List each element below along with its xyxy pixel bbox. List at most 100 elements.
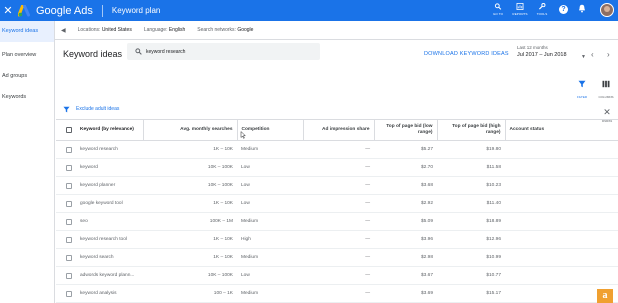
ad-impression-share-cell: — [303,248,374,267]
bid-low-cell: $3.68 [374,176,437,195]
keyword-ideas-table: Keyword (by relevance) Avg. monthly sear… [56,119,618,303]
keyword-cell: adwords keyword plann... [76,266,143,285]
table-row[interactable]: keyword research tool 1K – 10K High — $3.96 $… [56,230,618,249]
close-icon[interactable]: ✕ [2,4,14,17]
ad-impression-share-cell: — [303,194,374,213]
row-select-cell [56,284,76,303]
reports-button[interactable]: REPORTS [509,3,531,16]
ad-impression-share-cell: — [303,140,374,159]
sidebar-item-label: Keyword ideas [2,28,39,34]
page-title: Keyword ideas [63,48,123,59]
filter-funnel-icon [578,80,586,88]
mouse-cursor-icon [240,131,246,139]
date-range-selector[interactable]: Last 12 months Jul 2017 – Jun 2018 ▼ [517,45,586,60]
table-toolbar: FILTER COLUMNS [55,67,618,99]
row-checkbox[interactable] [66,236,72,243]
notifications-bell-icon[interactable] [578,4,586,13]
column-header-bid-low[interactable]: Top of page bid (low range) [373,119,437,141]
competition-cell: Medium [237,212,303,231]
ad-impression-share-cell: — [303,266,374,285]
bid-low-cell: $2.92 [374,194,437,213]
select-all-cell [56,119,76,141]
row-checkbox[interactable] [66,164,72,171]
filter-button[interactable]: FILTER [572,75,592,99]
previous-period-icon[interactable]: ‹ [591,50,594,59]
competition-cell: Low [237,158,303,177]
networks-label: Search networks: [197,27,236,33]
select-all-checkbox[interactable] [66,127,72,133]
row-checkbox[interactable] [66,182,72,189]
title-divider [101,4,103,17]
column-header-account-status[interactable]: Account status [504,119,618,141]
wrench-icon [538,3,546,10]
row-checkbox[interactable] [66,218,72,225]
keyword-cell: keyword [76,158,143,177]
column-header-competition[interactable]: Competition [236,119,303,141]
sidebar-item-keyword-ideas[interactable]: Keyword ideas [0,21,54,42]
avg-monthly-searches-cell: 100K – 1M [143,212,237,231]
column-header-avg-monthly-searches[interactable]: Avg. monthly searches [142,119,237,141]
column-header-ad-impression-share[interactable]: Ad impression share [302,119,374,141]
keyword-search-input[interactable] [146,48,306,55]
column-header-keyword[interactable]: Keyword (by relevance) [76,119,143,141]
sidebar-item-label: Plan overview [2,52,37,58]
table-row[interactable]: keyword planner 10K – 100K Low — $3.68 $10.23 [56,176,618,195]
user-avatar[interactable] [600,3,614,17]
bid-high-cell: $18.89 [437,212,505,231]
row-checkbox[interactable] [66,146,72,153]
avg-monthly-searches-cell: 10K – 100K [143,158,237,177]
next-period-icon[interactable]: › [607,50,610,59]
row-checkbox[interactable] [66,200,72,207]
download-keyword-ideas-button[interactable]: DOWNLOAD KEYWORD IDEAS [424,51,509,57]
column-header-bid-high[interactable]: Top of page bid (high range) [436,119,505,141]
avg-monthly-searches-cell: 1K – 10K [143,140,237,159]
exclude-adult-ideas-bar: Exclude adult ideas ✕ DISMISS [55,101,618,123]
account-status-cell [505,140,618,159]
table-row[interactable]: keyword analysis 100 – 1K Medium — $3.69 $15.… [56,284,618,303]
table-row[interactable]: adwords keyword plann... 10K – 100K Low — $3… [56,266,618,285]
competition-cell: Low [237,266,303,285]
sidebar-item-plan-overview[interactable]: Plan overview [0,45,54,66]
help-icon[interactable]: ? [559,5,568,14]
bid-high-cell: $12.96 [437,230,505,249]
avg-monthly-searches-cell: 100 – 1K [143,284,237,303]
exclude-adult-ideas-link[interactable]: Exclude adult ideas [76,106,119,112]
locations-filter[interactable]: Locations: United States [78,27,132,33]
date-range-value: Jul 2017 – Jun 2018 [517,52,567,58]
ad-impression-share-cell: — [303,284,374,303]
competition-cell: Low [237,194,303,213]
row-checkbox[interactable] [66,254,72,261]
sidebar-item-keywords[interactable]: Keywords [0,87,54,108]
keyword-cell: seo [76,212,143,231]
row-checkbox[interactable] [66,290,72,297]
account-status-cell [505,212,618,231]
tools-button[interactable]: TOOLS [531,3,553,16]
row-checkbox[interactable] [66,272,72,279]
row-select-cell [56,158,76,177]
table-row[interactable]: keyword research 1K – 10K Medium — $5.27 $19.… [56,140,618,159]
bid-low-cell: $5.09 [374,212,437,231]
dropdown-caret-icon: ▼ [581,54,586,60]
keyword-search-box[interactable] [127,43,320,60]
search-icon [135,48,142,55]
goto-button[interactable]: GO TO [487,3,509,16]
keyword-cell: keyword research tool [76,230,143,249]
keyword-cell: google keyword tool [76,194,143,213]
avg-monthly-searches-cell: 1K – 10K [143,248,237,267]
language-filter[interactable]: Language: English [144,27,185,33]
bid-high-cell: $19.80 [437,140,505,159]
columns-button[interactable]: COLUMNS [596,75,616,99]
collapse-sidebar-icon[interactable]: ◀ [61,27,66,34]
locations-value: United States [101,27,132,33]
table-row[interactable]: google keyword tool 1K – 10K Low — $2.92 $11.… [56,194,618,213]
ad-impression-share-cell: — [303,176,374,195]
table-row[interactable]: seo 100K – 1M Medium — $5.09 $18.89 [56,212,618,231]
avg-monthly-searches-cell: 1K – 10K [143,194,237,213]
google-ads-logo [18,4,32,17]
keyword-cell: keyword search [76,248,143,267]
account-status-cell [505,176,618,195]
table-row[interactable]: keyword search 1K – 10K Medium — $2.98 $10.99 [56,248,618,267]
sidebar-item-ad-groups[interactable]: Ad groups [0,66,54,87]
table-row[interactable]: keyword 10K – 100K Low — $2.70 $11.58 [56,158,618,177]
networks-filter[interactable]: Search networks: Google [197,27,253,33]
